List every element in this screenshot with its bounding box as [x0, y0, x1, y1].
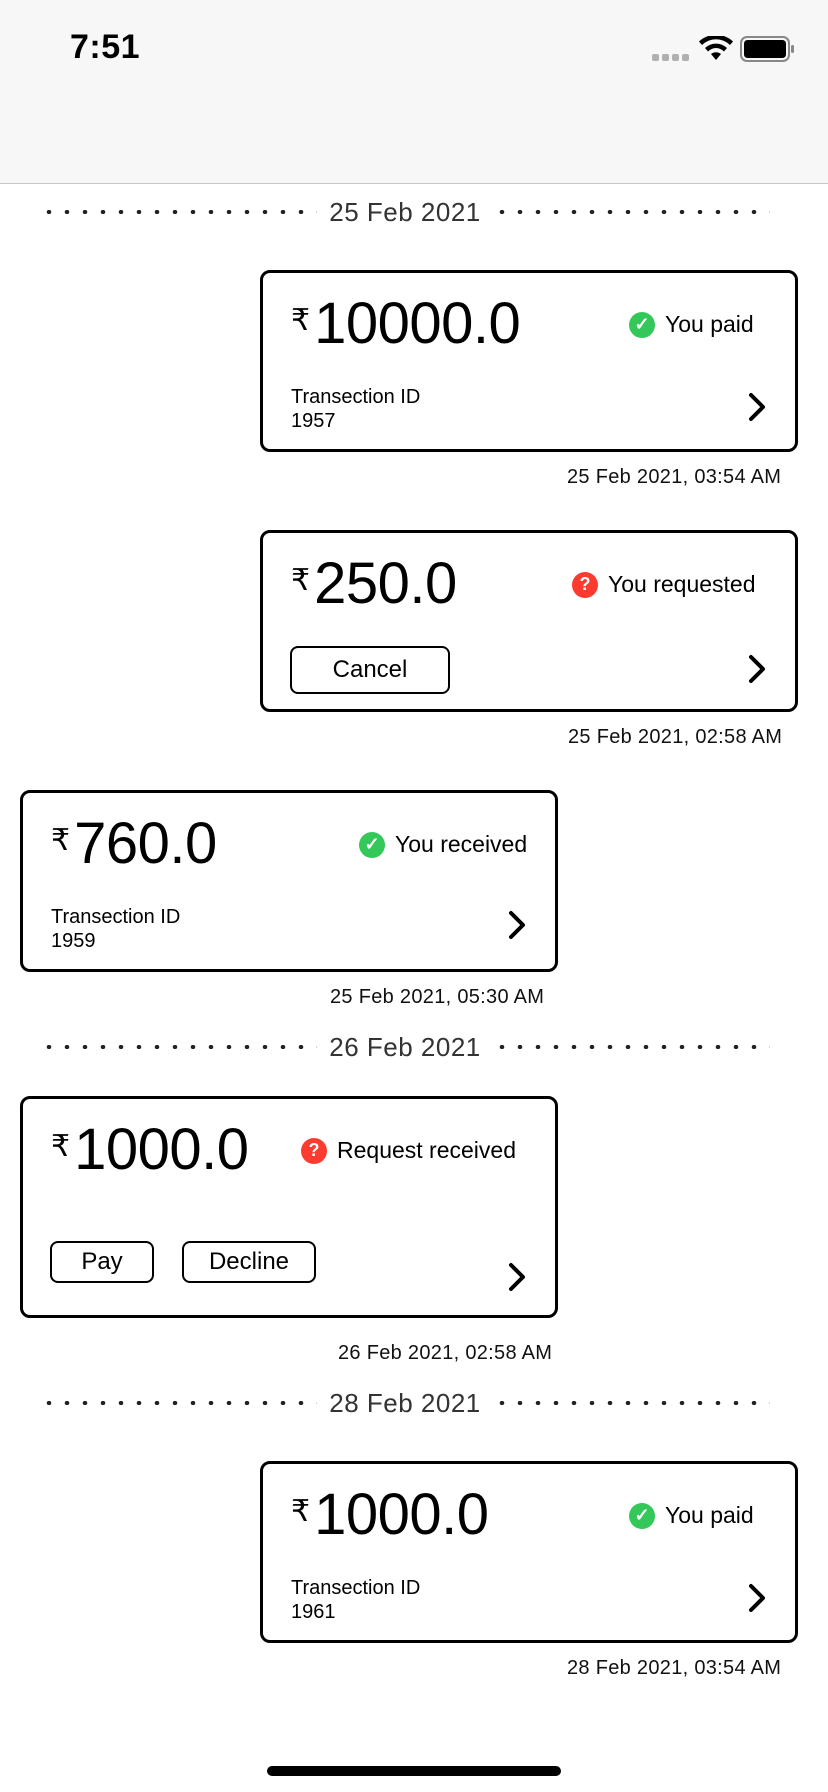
transaction-card[interactable]: ₹ 250.0 ? You requested Cancel — [260, 530, 798, 712]
home-indicator[interactable] — [267, 1766, 561, 1776]
chevron-right-icon[interactable] — [739, 389, 775, 425]
status-time: 7:51 — [70, 28, 141, 66]
amount: ₹ 10000.0 — [291, 291, 521, 357]
status-label: ? You requested — [572, 571, 756, 598]
status-text: You received — [395, 831, 528, 857]
transaction-id-value: 1961 — [291, 1601, 336, 1623]
dotted-line — [40, 1401, 318, 1405]
amount: ₹ 1000.0 — [51, 1117, 249, 1183]
amount: ₹ 250.0 — [291, 551, 457, 617]
transaction-id-label: Transection ID — [291, 1577, 421, 1599]
status-label: ✓ You received — [359, 831, 527, 858]
transaction-id-value: 1959 — [51, 930, 96, 952]
rupee-symbol: ₹ — [291, 304, 311, 337]
pay-button[interactable]: Pay — [50, 1241, 154, 1283]
chevron-right-icon[interactable] — [739, 1580, 775, 1616]
transaction-card[interactable]: ₹ 10000.0 ✓ You paid Transection ID 1957 — [260, 270, 798, 452]
amount-value: 1000.0 — [314, 1482, 489, 1547]
amount: ₹ 1000.0 — [291, 1482, 489, 1548]
status-text: You requested — [608, 571, 756, 597]
transaction-id-label: Transection ID — [291, 386, 421, 408]
transaction-timestamp: 28 Feb 2021, 03:54 AM — [567, 1657, 782, 1679]
rupee-symbol: ₹ — [291, 564, 311, 597]
transaction-card[interactable]: ₹ 1000.0 ? Request received Pay Decline — [20, 1096, 558, 1318]
status-label: ? Request received — [301, 1137, 516, 1164]
signal-icon — [652, 54, 689, 61]
cancel-button[interactable]: Cancel — [290, 646, 450, 694]
status-bar: 7:51 — [0, 0, 828, 184]
amount-value: 10000.0 — [314, 291, 521, 356]
transaction-card[interactable]: ₹ 760.0 ✓ You received Transection ID 19… — [20, 790, 558, 972]
wifi-icon — [699, 36, 733, 60]
question-circle-icon: ? — [301, 1137, 327, 1164]
rupee-symbol: ₹ — [51, 824, 71, 857]
status-text: You paid — [665, 311, 754, 337]
transaction-id-block: Transection ID 1961 — [291, 1576, 420, 1624]
date-divider-label: 26 Feb 2021 — [329, 1031, 481, 1062]
dotted-line — [40, 1045, 318, 1049]
transaction-timestamp: 25 Feb 2021, 03:54 AM — [567, 466, 782, 488]
transaction-card[interactable]: ₹ 1000.0 ✓ You paid Transection ID 1961 — [260, 1461, 798, 1643]
decline-button[interactable]: Decline — [182, 1241, 316, 1283]
chevron-right-icon[interactable] — [499, 907, 535, 943]
check-circle-icon: ✓ — [629, 1502, 655, 1529]
amount: ₹ 760.0 — [51, 811, 217, 877]
date-divider-label: 25 Feb 2021 — [329, 196, 481, 227]
dotted-line — [492, 1401, 771, 1405]
check-circle-icon: ✓ — [359, 831, 385, 858]
date-divider-label: 28 Feb 2021 — [329, 1387, 481, 1418]
transaction-timestamp: 25 Feb 2021, 02:58 AM — [568, 726, 783, 748]
transaction-id-block: Transection ID 1957 — [291, 385, 420, 433]
dotted-line — [40, 210, 318, 214]
rupee-symbol: ₹ — [291, 1495, 311, 1528]
transaction-timestamp: 26 Feb 2021, 02:58 AM — [338, 1342, 553, 1364]
date-divider: 25 Feb 2021 — [40, 192, 771, 232]
status-text: You paid — [665, 1502, 754, 1528]
status-label: ✓ You paid — [629, 311, 754, 338]
transaction-id-label: Transection ID — [51, 906, 181, 928]
amount-value: 1000.0 — [74, 1117, 249, 1182]
transaction-id-block: Transection ID 1959 — [51, 905, 180, 953]
status-text: Request received — [337, 1137, 516, 1163]
date-divider: 26 Feb 2021 — [40, 1027, 771, 1067]
question-circle-icon: ? — [572, 571, 598, 598]
transaction-id-value: 1957 — [291, 410, 336, 432]
amount-value: 250.0 — [314, 551, 457, 616]
chevron-right-icon[interactable] — [499, 1259, 535, 1295]
transaction-timestamp: 25 Feb 2021, 05:30 AM — [330, 986, 545, 1008]
check-circle-icon: ✓ — [629, 311, 655, 338]
dotted-line — [492, 210, 771, 214]
battery-icon — [740, 36, 794, 62]
rupee-symbol: ₹ — [51, 1130, 71, 1163]
chevron-right-icon[interactable] — [739, 651, 775, 687]
amount-value: 760.0 — [74, 811, 217, 876]
status-label: ✓ You paid — [629, 1502, 754, 1529]
dotted-line — [492, 1045, 771, 1049]
date-divider: 28 Feb 2021 — [40, 1383, 771, 1423]
